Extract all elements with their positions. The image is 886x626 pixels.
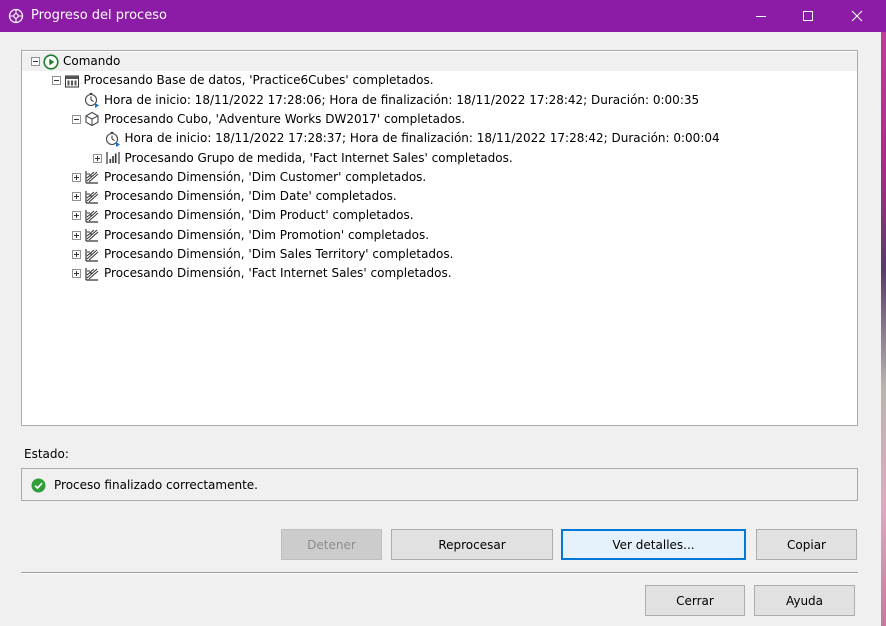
tree-row-label: Procesando Dimensión, 'Fact Internet Sal… — [104, 266, 452, 281]
collapse-icon[interactable] — [51, 76, 61, 86]
copy-button[interactable]: Copiar — [756, 529, 857, 560]
expand-icon[interactable] — [72, 269, 81, 279]
window-title: Progreso del proceso — [31, 8, 167, 23]
expand-icon[interactable] — [72, 192, 81, 202]
tree-row-label: Procesando Dimensión, 'Dim Promotion' co… — [104, 227, 430, 242]
measure-group-icon — [105, 150, 121, 166]
dimension-icon — [84, 247, 100, 263]
tree-row-label: Procesando Dimensión, 'Dim Product' comp… — [104, 208, 414, 223]
collapse-icon[interactable] — [72, 114, 81, 124]
tree-row[interactable]: Hora de inicio: 18/11/2022 17:28:37; Hor… — [22, 129, 857, 148]
title-bar: Progreso del proceso — [0, 0, 886, 32]
status-box: Proceso finalizado correctamente. — [21, 468, 858, 501]
tree-row-label: Procesando Dimensión, 'Dim Sales Territo… — [104, 247, 454, 261]
tree-row[interactable]: Procesando Dimensión, 'Fact Internet Sal… — [22, 264, 857, 283]
close-button[interactable]: Cerrar — [645, 585, 745, 616]
timer-icon — [105, 131, 121, 147]
tree-row[interactable]: Hora de inicio: 18/11/2022 17:28:06; Hor… — [22, 91, 857, 110]
play-icon — [43, 53, 59, 70]
help-button[interactable]: Ayuda — [754, 585, 855, 616]
tree-row-label: Hora de inicio: 18/11/2022 17:28:06; Hor… — [104, 92, 700, 107]
tree-row-label: Procesando Base de datos, 'Practice6Cube… — [83, 73, 434, 88]
background-window-edge — [881, 32, 886, 626]
app-icon — [8, 8, 24, 24]
tree-row[interactable]: Procesando Grupo de medida, 'Fact Intern… — [22, 149, 857, 168]
status-message: Proceso finalizado correctamente. — [54, 478, 258, 492]
tree-row[interactable]: Procesando Base de datos, 'Practice6Cube… — [22, 71, 857, 90]
process-tree[interactable]: Comando Procesando Base de datos, 'Practi… — [21, 50, 858, 426]
maximize-button[interactable] — [785, 0, 831, 32]
database-icon — [64, 73, 80, 89]
expand-icon[interactable] — [72, 172, 81, 182]
tree-row-label: Comando — [63, 54, 121, 68]
expand-icon[interactable] — [92, 153, 102, 163]
tree-row-label: Procesando Dimensión, 'Dim Date' complet… — [104, 189, 397, 204]
maximize-icon — [803, 11, 813, 21]
tree-row-label: Procesando Cubo, 'Adventure Works DW2017… — [104, 111, 466, 126]
timer-icon — [84, 92, 100, 109]
view-details-button[interactable]: Ver detalles... — [561, 529, 746, 560]
tree-row[interactable]: Procesando Dimensión, 'Dim Date' complet… — [22, 187, 857, 206]
dimension-icon — [84, 189, 100, 205]
minimize-button[interactable] — [738, 0, 784, 32]
status-label: Estado: — [24, 447, 69, 461]
check-circle-icon — [31, 478, 46, 493]
collapse-icon[interactable] — [31, 57, 40, 66]
tree-row[interactable]: Procesando Dimensión, 'Dim Customer' com… — [22, 168, 857, 187]
stop-button[interactable]: Detener — [281, 529, 382, 560]
tree-row[interactable]: Comando — [22, 52, 857, 71]
reprocess-button[interactable]: Reprocesar — [391, 529, 553, 560]
tree-row[interactable]: Procesando Dimensión, 'Dim Sales Territo… — [22, 245, 857, 264]
separator — [21, 572, 858, 574]
tree-row[interactable]: Procesando Dimensión, 'Dim Product' comp… — [22, 206, 857, 225]
dimension-icon — [84, 227, 100, 243]
tree-row[interactable]: Procesando Dimensión, 'Dim Promotion' co… — [22, 226, 857, 245]
tree-row-label: Procesando Dimensión, 'Dim Customer' com… — [104, 169, 427, 184]
expand-icon[interactable] — [72, 211, 81, 221]
close-icon — [851, 10, 863, 22]
dimension-icon — [84, 208, 100, 224]
tree-row-label: Hora de inicio: 18/11/2022 17:28:37; Hor… — [124, 131, 720, 146]
close-window-button[interactable] — [834, 0, 880, 32]
expand-icon[interactable] — [72, 250, 81, 259]
tree-row-label: Procesando Grupo de medida, 'Fact Intern… — [124, 150, 513, 165]
cube-icon — [84, 111, 100, 127]
tree-row[interactable]: Procesando Cubo, 'Adventure Works DW2017… — [22, 110, 857, 129]
expand-icon[interactable] — [72, 230, 81, 240]
dimension-icon — [84, 266, 100, 282]
minimize-icon — [756, 16, 766, 17]
dimension-icon — [84, 169, 100, 185]
